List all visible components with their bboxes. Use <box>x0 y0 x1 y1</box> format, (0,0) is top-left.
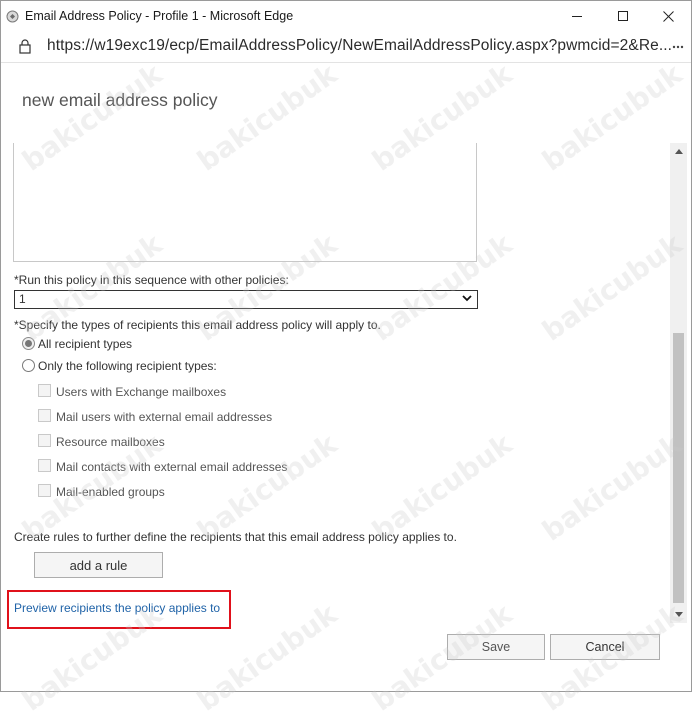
close-button[interactable] <box>645 1 691 32</box>
recipient-types-label: *Specify the types of recipients this em… <box>14 318 381 332</box>
checkbox-exchange-mailboxes[interactable] <box>38 384 51 397</box>
scroll-thumb[interactable] <box>673 333 684 603</box>
url-text[interactable]: https://w19exc19/ecp/EmailAddressPolicy/… <box>47 37 672 55</box>
sequence-value: 1 <box>19 292 26 306</box>
minimize-icon <box>571 16 582 17</box>
lock-icon[interactable] <box>19 39 31 54</box>
checkbox-label: Mail contacts with external email addres… <box>56 460 288 474</box>
radio-all-label: All recipient types <box>38 337 133 351</box>
cancel-button[interactable]: Cancel <box>550 634 660 660</box>
checkbox-label: Mail-enabled groups <box>56 485 165 499</box>
watermark: bakicubuk <box>536 427 689 548</box>
maximize-button[interactable] <box>600 1 646 32</box>
arrow-down-icon <box>674 612 683 617</box>
add-rule-button[interactable]: add a rule <box>34 552 163 578</box>
dialog-title: new email address policy <box>22 90 218 110</box>
close-icon <box>662 11 674 22</box>
browser-window: Email Address Policy - Profile 1 - Micro… <box>0 0 692 718</box>
save-button[interactable]: Save <box>447 634 545 660</box>
app-icon <box>6 10 19 23</box>
radio-only-following[interactable] <box>22 359 35 372</box>
address-bar[interactable]: https://w19exc19/ecp/EmailAddressPolicy/… <box>1 32 691 63</box>
vertical-scrollbar[interactable] <box>670 143 687 623</box>
checkbox-resource-mailboxes[interactable] <box>38 434 51 447</box>
scroll-up-button[interactable] <box>670 143 687 160</box>
title-bar: Email Address Policy - Profile 1 - Micro… <box>1 1 691 32</box>
arrow-up-icon <box>674 149 683 154</box>
checkbox-label: Users with Exchange mailboxes <box>56 385 227 399</box>
watermark: bakicubuk <box>536 57 689 178</box>
chevron-down-icon <box>462 295 472 302</box>
checkbox-mail-users[interactable] <box>38 409 51 422</box>
radio-only-label: Only the following recipient types: <box>38 359 217 373</box>
sequence-select[interactable]: 1 <box>14 290 478 309</box>
checkbox-label: Resource mailboxes <box>56 435 165 449</box>
sequence-label: *Run this policy in this sequence with o… <box>14 273 289 287</box>
scroll-down-button[interactable] <box>670 606 687 623</box>
watermark: bakicubuk <box>536 227 689 348</box>
policy-text-area[interactable] <box>13 143 477 262</box>
minimize-button[interactable] <box>554 1 600 32</box>
checkbox-mail-contacts[interactable] <box>38 459 51 472</box>
more-icon[interactable] <box>671 40 685 54</box>
checkbox-label: Mail users with external email addresses <box>56 410 273 424</box>
maximize-icon <box>617 11 628 21</box>
checkbox-mail-enabled-groups[interactable] <box>38 484 51 497</box>
radio-all-recipients[interactable] <box>22 337 35 350</box>
rules-description: Create rules to further define the recip… <box>14 530 457 544</box>
window-title: Email Address Policy - Profile 1 - Micro… <box>25 9 294 23</box>
preview-recipients-link[interactable]: Preview recipients the policy applies to <box>14 601 220 615</box>
